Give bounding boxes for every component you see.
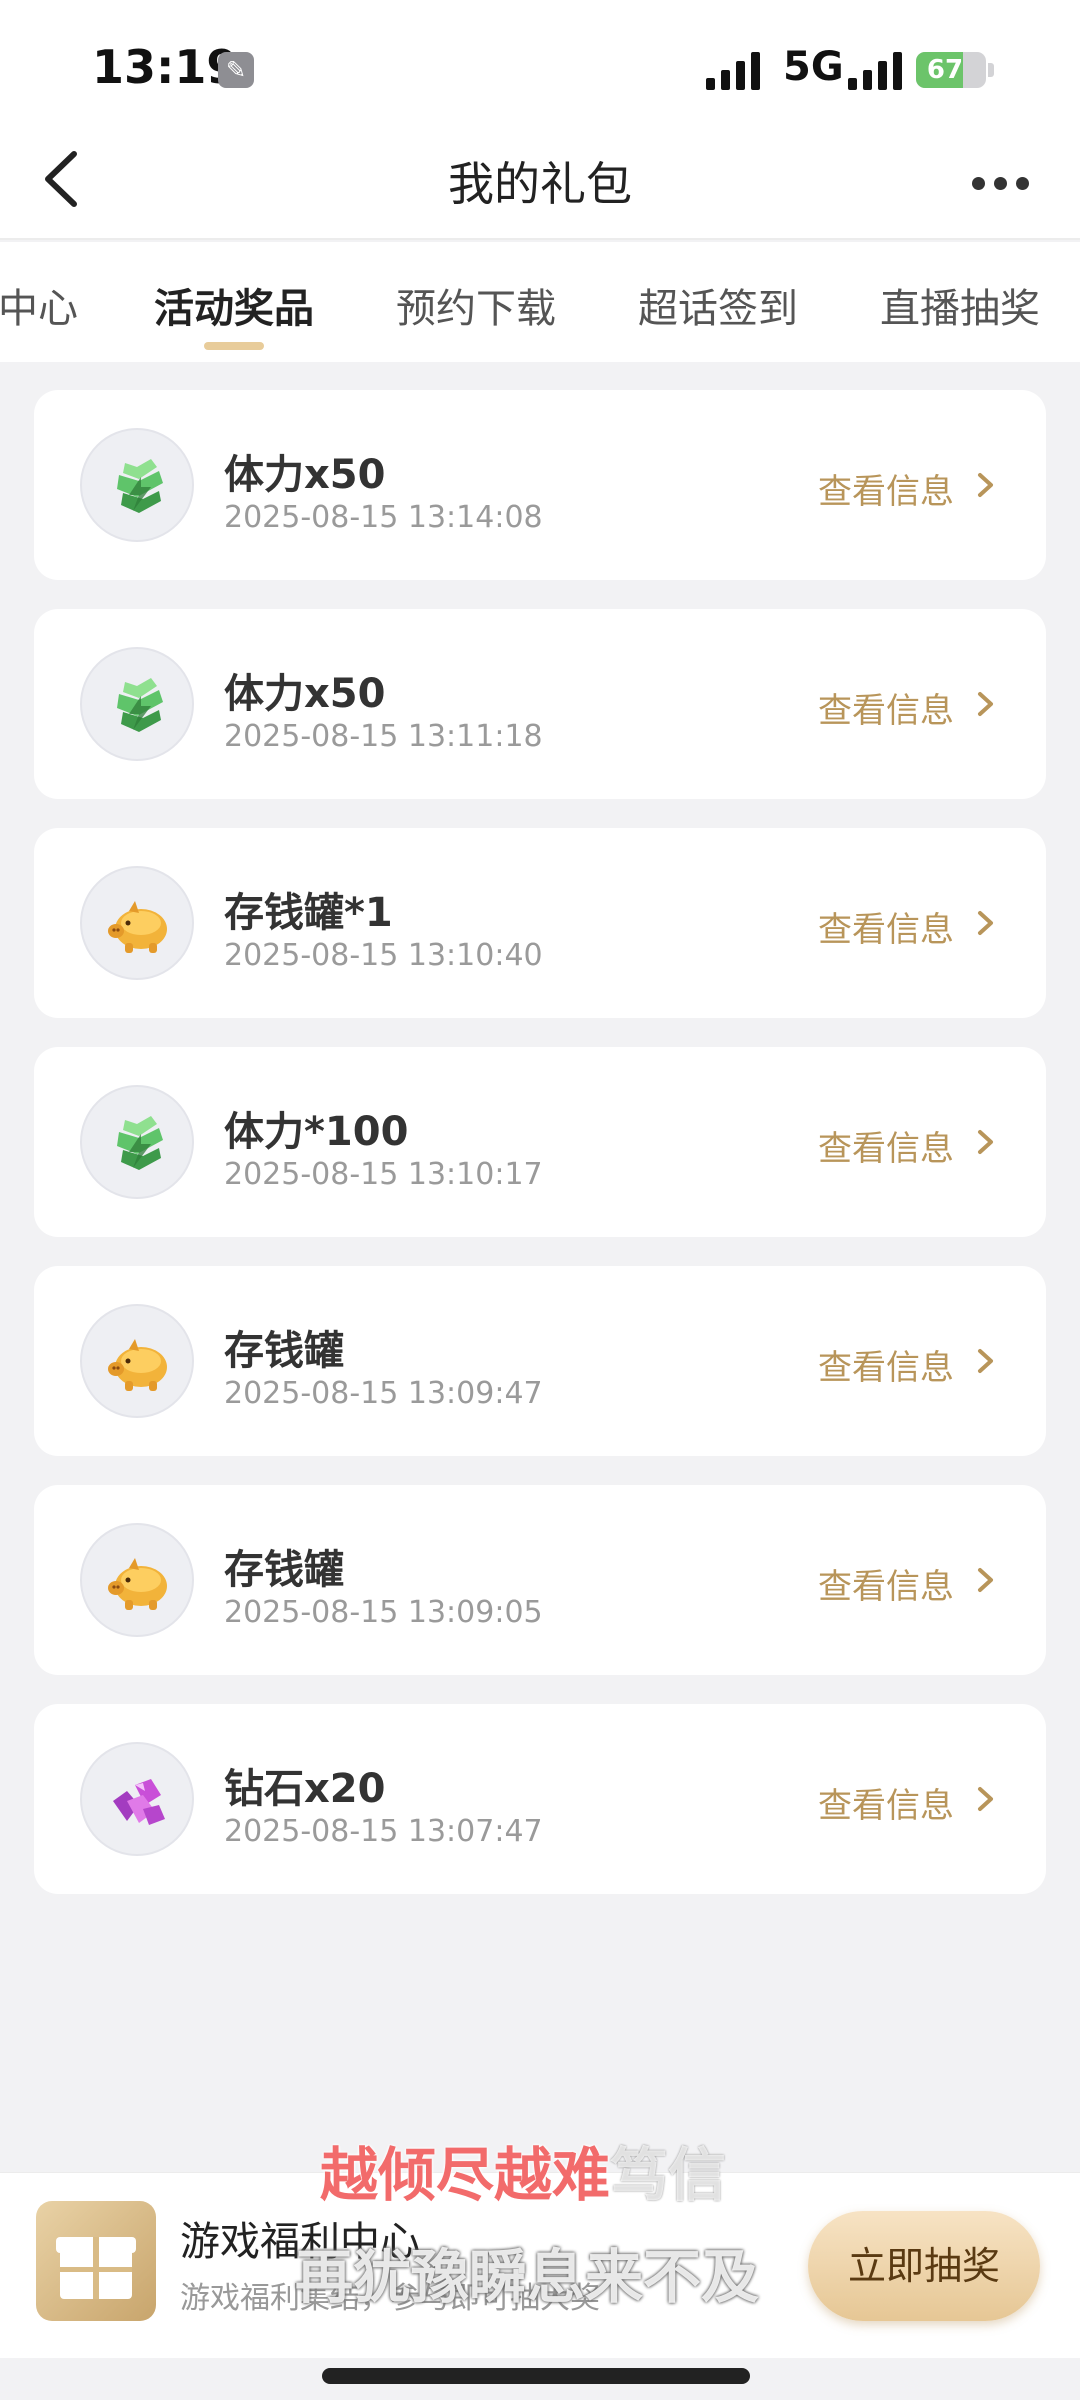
- video-caption-line-1: 越倾尽越难笃信: [320, 2128, 726, 2212]
- tab-live-lottery[interactable]: 直播抽奖: [880, 276, 1040, 334]
- chevron-right-icon: [978, 1568, 993, 1592]
- battery-icon: 67: [916, 52, 986, 88]
- gift-list: 体力x50 2025-08-15 13:14:08 查看信息 体力x50 2025-08…: [34, 390, 1046, 1923]
- caption-highlight: 越倾尽越难: [320, 2141, 611, 2209]
- network-type: 5G: [783, 44, 844, 90]
- signal-icon: [848, 52, 904, 90]
- gift-title: 体力x50: [224, 671, 386, 717]
- more-dots-icon: [972, 177, 985, 190]
- battery-cap: [988, 63, 994, 77]
- piggy-bank-icon: [80, 1523, 194, 1637]
- view-info-link[interactable]: 查看信息: [818, 683, 954, 732]
- stamina-icon: [80, 428, 194, 542]
- tab-preorder-download[interactable]: 预约下载: [396, 276, 556, 334]
- gift-time: 2025-08-15 13:07:47: [224, 1814, 543, 1849]
- view-info-link[interactable]: 查看信息: [818, 1121, 954, 1170]
- tab-center[interactable]: 中心: [0, 276, 78, 334]
- gift-time: 2025-08-15 13:09:47: [224, 1376, 543, 1411]
- gift-time: 2025-08-15 13:14:08: [224, 500, 543, 535]
- page-title: 我的礼包: [448, 157, 632, 211]
- gift-title: 体力x50: [224, 452, 386, 498]
- piggy-bank-icon: [80, 1304, 194, 1418]
- gift-title: 存钱罐: [224, 1328, 344, 1374]
- gift-time: 2025-08-15 13:10:17: [224, 1157, 543, 1192]
- stamina-icon: [80, 1085, 194, 1199]
- gift-title: 存钱罐*1: [224, 890, 393, 936]
- gift-card[interactable]: 存钱罐 2025-08-15 13:09:47 查看信息: [34, 1266, 1046, 1456]
- video-caption-line-2: 再犹豫瞬息来不及: [295, 2243, 760, 2311]
- chevron-right-icon: [978, 1349, 993, 1373]
- gift-card[interactable]: 钻石x20 2025-08-15 13:07:47 查看信息: [34, 1704, 1046, 1894]
- signal-icon: [706, 52, 762, 90]
- chevron-right-icon: [978, 1130, 993, 1154]
- gift-card[interactable]: 体力*100 2025-08-15 13:10:17 查看信息: [34, 1047, 1046, 1237]
- gift-box-icon: [36, 2201, 156, 2321]
- tab-bar: 中心 活动奖品 预约下载 超话签到 直播抽奖: [0, 242, 1080, 362]
- battery-percent: 67: [926, 55, 964, 85]
- gift-time: 2025-08-15 13:11:18: [224, 719, 543, 754]
- stamina-icon: [80, 647, 194, 761]
- status-time: 13:19: [92, 40, 239, 94]
- wrench-icon: ✎: [218, 52, 254, 88]
- home-indicator[interactable]: [322, 2368, 750, 2384]
- gift-title: 钻石x20: [224, 1766, 386, 1812]
- gift-title: 体力*100: [224, 1109, 409, 1155]
- draw-now-button[interactable]: 立即抽奖: [808, 2211, 1040, 2321]
- view-info-link[interactable]: 查看信息: [818, 1778, 954, 1827]
- view-info-link[interactable]: 查看信息: [818, 902, 954, 951]
- gift-title: 存钱罐: [224, 1547, 344, 1593]
- active-tab-indicator: [204, 342, 264, 350]
- view-info-link[interactable]: 查看信息: [818, 1340, 954, 1389]
- view-info-link[interactable]: 查看信息: [818, 1559, 954, 1608]
- gift-time: 2025-08-15 13:10:40: [224, 938, 543, 973]
- gift-card[interactable]: 体力x50 2025-08-15 13:14:08 查看信息: [34, 390, 1046, 580]
- page: 13:19 ✎ 5G 67 我的礼包 中心 活动奖品 预约下载 超话签到 直播抽…: [0, 0, 1080, 2400]
- chevron-right-icon: [978, 1787, 993, 1811]
- tab-event-prizes[interactable]: 活动奖品: [154, 276, 314, 334]
- view-info-link[interactable]: 查看信息: [818, 464, 954, 513]
- nav-bar: 我的礼包: [0, 120, 1080, 240]
- caption-rest: 笃信: [610, 2141, 727, 2209]
- tab-topic-checkin[interactable]: 超话签到: [638, 276, 798, 334]
- chevron-right-icon: [978, 692, 993, 716]
- chevron-right-icon: [978, 911, 993, 935]
- diamond-icon: [80, 1742, 194, 1856]
- chevron-right-icon: [978, 473, 993, 497]
- gift-card[interactable]: 体力x50 2025-08-15 13:11:18 查看信息: [34, 609, 1046, 799]
- gift-card[interactable]: 存钱罐 2025-08-15 13:09:05 查看信息: [34, 1485, 1046, 1675]
- piggy-bank-icon: [80, 866, 194, 980]
- more-button[interactable]: [960, 150, 1040, 210]
- gift-card[interactable]: 存钱罐*1 2025-08-15 13:10:40 查看信息: [34, 828, 1046, 1018]
- gift-time: 2025-08-15 13:09:05: [224, 1595, 543, 1630]
- status-bar: 13:19 ✎ 5G 67: [0, 0, 1080, 120]
